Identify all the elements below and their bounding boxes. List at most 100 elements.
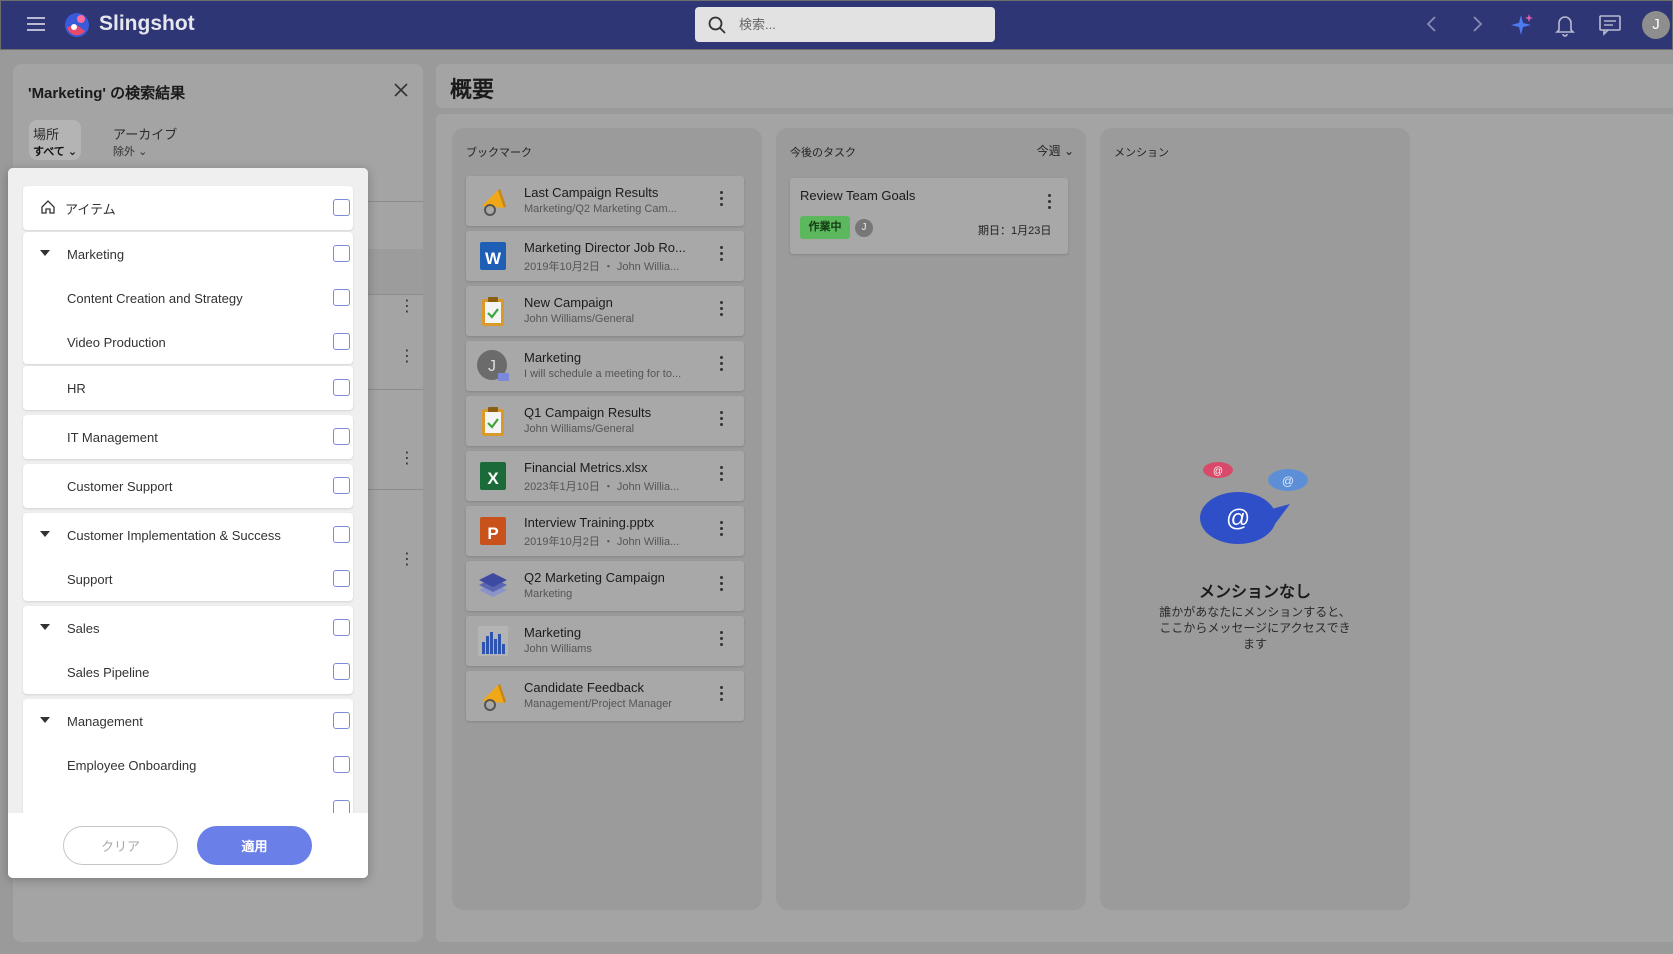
bookmark-card[interactable]: Q2 Marketing Campaign Marketing — [466, 561, 744, 611]
tasks-title: 今後のタスク — [790, 147, 856, 159]
more-icon[interactable] — [720, 301, 724, 319]
word-icon: W — [480, 242, 506, 270]
bookmark-card[interactable]: New Campaign John Williams/General — [466, 286, 744, 336]
search-results-title: 'Marketing' の検索結果 — [28, 85, 186, 102]
location-checkbox[interactable] — [333, 526, 350, 543]
location-item[interactable]: Sales Pipeline — [23, 650, 353, 694]
location-checkbox[interactable] — [333, 477, 350, 494]
bookmark-card[interactable]: X Financial Metrics.xlsx 2023年1月10日 ・ Jo… — [466, 451, 744, 501]
bookmark-title: Q1 Campaign Results — [524, 405, 652, 420]
bookmark-subtitle: John Williams/General — [524, 313, 635, 325]
bookmark-subtitle: Marketing/Q2 Marketing Cam... — [524, 203, 677, 215]
app-name: Slingshot — [99, 12, 195, 35]
close-icon[interactable] — [393, 82, 409, 98]
more-icon[interactable] — [720, 411, 724, 429]
caret-down-icon[interactable] — [40, 531, 50, 537]
chat-icon[interactable] — [1598, 13, 1622, 37]
location-item-label: Customer Support — [67, 478, 173, 494]
location-checkbox[interactable] — [333, 289, 350, 306]
caret-down-icon[interactable] — [40, 250, 50, 256]
location-item-label: Sales Pipeline — [67, 664, 150, 680]
location-item[interactable]: Management — [23, 699, 353, 743]
global-search[interactable] — [695, 7, 995, 42]
location-item[interactable]: Customer Implementation & Success — [23, 513, 353, 557]
empty-state-title: メンションなし — [1198, 584, 1311, 601]
archive-filter[interactable]: アーカイブ 除外 ⌄ — [113, 120, 177, 159]
location-checkbox[interactable] — [333, 663, 350, 680]
apply-button[interactable]: 適用 — [197, 826, 312, 865]
location-checkbox[interactable] — [333, 245, 350, 262]
location-item[interactable]: Employee Onboarding — [23, 743, 353, 787]
bell-icon[interactable] — [1554, 13, 1576, 37]
user-avatar[interactable]: J — [1642, 11, 1670, 39]
more-icon[interactable] — [720, 576, 724, 594]
caret-down-icon[interactable] — [40, 624, 50, 630]
more-icon[interactable]: ⋮ — [399, 549, 415, 569]
more-icon[interactable]: ⋮ — [399, 448, 415, 468]
period-selector[interactable]: 今週 ⌄ — [1037, 142, 1074, 159]
more-icon[interactable] — [720, 356, 724, 374]
caret-down-icon[interactable] — [40, 717, 50, 723]
location-item[interactable]: Content Creation and Strategy — [23, 276, 353, 320]
sparkle-icon[interactable] — [1509, 13, 1535, 37]
archive-filter-label: アーカイブ — [113, 127, 178, 142]
svg-text:@: @ — [1226, 505, 1250, 532]
svg-text:W: W — [485, 249, 502, 268]
location-item[interactable]: Marketing — [23, 232, 353, 276]
bookmark-card[interactable]: J Marketing I will schedule a meeting fo… — [466, 341, 744, 391]
overview-area: ブックマーク Last Campaign Results Marketing/Q… — [436, 114, 1673, 942]
assignee-avatar: J — [855, 219, 873, 237]
location-checkbox[interactable] — [333, 619, 350, 636]
more-icon[interactable] — [720, 686, 724, 704]
more-icon[interactable] — [720, 246, 724, 264]
more-icon[interactable] — [720, 466, 724, 484]
forward-arrow-icon[interactable] — [1466, 13, 1488, 35]
location-checkbox[interactable] — [333, 199, 350, 216]
more-icon[interactable] — [720, 521, 724, 539]
location-checkbox[interactable] — [333, 570, 350, 587]
location-checkbox[interactable] — [333, 379, 350, 396]
location-item[interactable]: Sales — [23, 606, 353, 650]
svg-text:P: P — [487, 524, 498, 543]
more-icon[interactable]: ⋮ — [399, 346, 415, 366]
search-input[interactable] — [739, 17, 969, 32]
divider — [368, 201, 423, 202]
bookmark-card[interactable]: Q1 Campaign Results John Williams/Genera… — [466, 396, 744, 446]
location-item[interactable]: アイテム — [23, 186, 353, 230]
location-item[interactable]: Support — [23, 557, 353, 601]
bookmark-card[interactable]: Candidate Feedback Management/Project Ma… — [466, 671, 744, 721]
more-icon[interactable] — [1048, 194, 1051, 212]
location-checkbox[interactable] — [333, 333, 350, 350]
more-icon[interactable]: ⋮ — [399, 296, 415, 316]
bookmark-subtitle: 2023年1月10日 ・ John Willia... — [524, 481, 680, 493]
location-item[interactable]: Video Production — [23, 320, 353, 364]
back-arrow-icon[interactable] — [1421, 13, 1443, 35]
more-icon[interactable] — [720, 631, 724, 649]
menu-icon[interactable] — [27, 17, 45, 31]
location-group: Customer Support — [23, 464, 353, 508]
location-item[interactable]: IT Management — [23, 415, 353, 459]
location-checkbox[interactable] — [333, 712, 350, 729]
mention-bubbles-icon: @ @ @ — [1200, 462, 1308, 544]
clipboard-icon — [482, 297, 504, 326]
bookmark-card[interactable]: Last Campaign Results Marketing/Q2 Marke… — [466, 176, 744, 226]
bookmark-card[interactable]: Marketing John Williams — [466, 616, 744, 666]
clear-button[interactable]: クリア — [63, 826, 178, 865]
location-checkbox[interactable] — [333, 428, 350, 445]
bookmark-card[interactable]: W Marketing Director Job Ro... 2019年10月2… — [466, 231, 744, 281]
location-item[interactable]: HR — [23, 366, 353, 410]
location-filter-label: 場所 — [33, 127, 60, 142]
location-checkbox[interactable] — [333, 800, 350, 813]
bookmark-title: Q2 Marketing Campaign — [524, 570, 665, 585]
location-item[interactable]: Customer Support — [23, 464, 353, 508]
powerpoint-icon: P — [480, 517, 506, 545]
location-item[interactable] — [23, 787, 353, 813]
more-icon[interactable] — [720, 191, 724, 209]
location-filter[interactable]: 場所 すべて ⌄ — [29, 120, 81, 160]
bookmark-title: Marketing — [524, 625, 582, 640]
location-list[interactable]: アイテム Marketing Content Creation and Stra… — [8, 168, 368, 813]
bookmark-card[interactable]: P Interview Training.pptx 2019年10月2日 ・ J… — [466, 506, 744, 556]
location-checkbox[interactable] — [333, 756, 350, 773]
layers-icon — [479, 573, 507, 597]
task-card[interactable]: Review Team Goals 作業中 J 期日：1月23日 — [790, 178, 1068, 254]
